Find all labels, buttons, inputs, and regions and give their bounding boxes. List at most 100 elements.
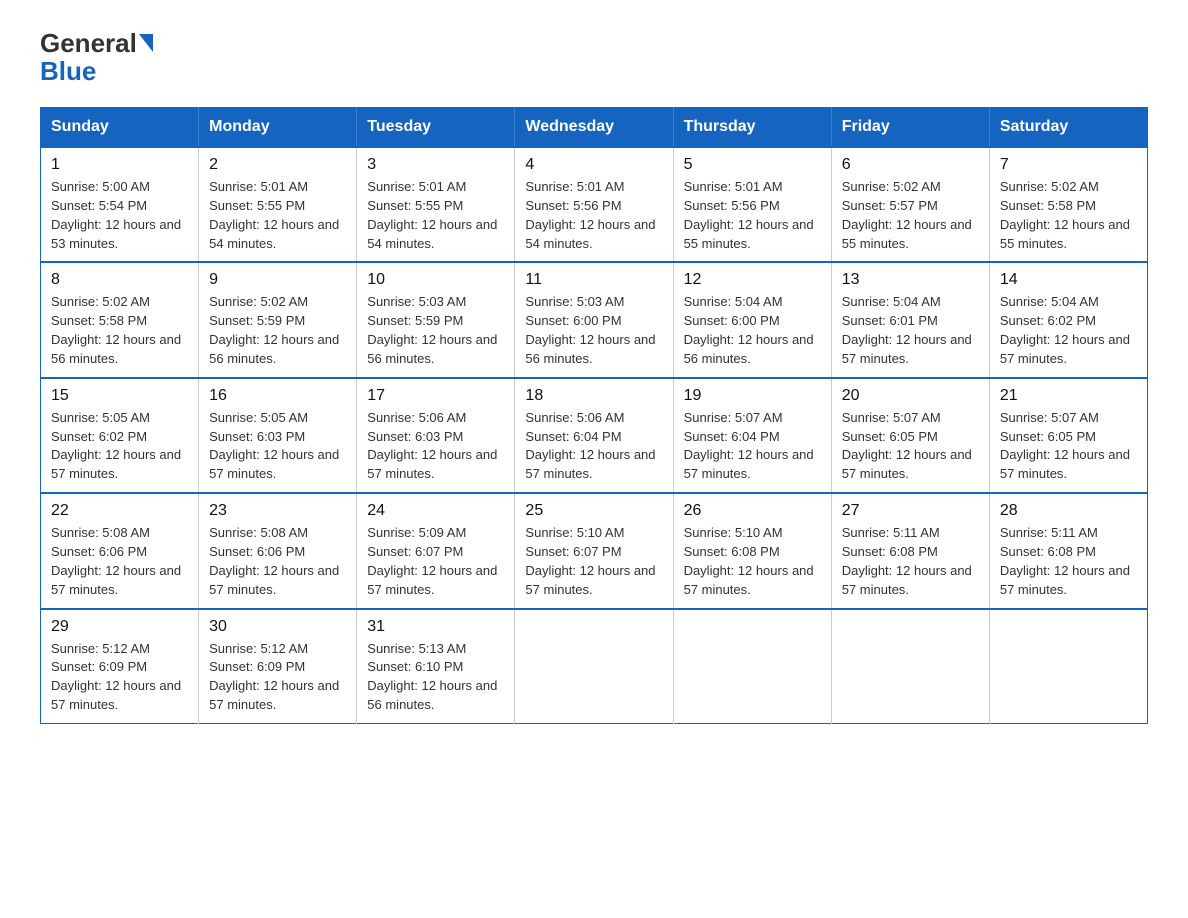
day-info: Sunrise: 5:02 AMSunset: 5:58 PMDaylight:…	[1000, 178, 1137, 253]
logo: General Blue	[40, 30, 153, 87]
day-number: 23	[209, 502, 346, 520]
day-info: Sunrise: 5:10 AMSunset: 6:07 PMDaylight:…	[525, 524, 662, 599]
calendar-table: SundayMondayTuesdayWednesdayThursdayFrid…	[40, 107, 1148, 724]
day-info: Sunrise: 5:08 AMSunset: 6:06 PMDaylight:…	[51, 524, 188, 599]
calendar-header-row: SundayMondayTuesdayWednesdayThursdayFrid…	[41, 108, 1148, 148]
calendar-cell: 13 Sunrise: 5:04 AMSunset: 6:01 PMDayligh…	[831, 262, 989, 377]
day-number: 27	[842, 502, 979, 520]
day-number: 15	[51, 387, 188, 405]
day-number: 30	[209, 618, 346, 636]
calendar-cell: 25 Sunrise: 5:10 AMSunset: 6:07 PMDayligh…	[515, 493, 673, 608]
day-number: 10	[367, 271, 504, 289]
calendar-cell	[515, 609, 673, 724]
logo-blue: Blue	[40, 56, 96, 86]
calendar-cell: 16 Sunrise: 5:05 AMSunset: 6:03 PMDayligh…	[199, 378, 357, 493]
day-number: 17	[367, 387, 504, 405]
day-info: Sunrise: 5:07 AMSunset: 6:05 PMDaylight:…	[1000, 409, 1137, 484]
day-number: 26	[684, 502, 821, 520]
page-header: General Blue	[40, 30, 1148, 87]
day-number: 4	[525, 156, 662, 174]
day-info: Sunrise: 5:01 AMSunset: 5:56 PMDaylight:…	[525, 178, 662, 253]
logo-arrow-icon	[139, 34, 153, 52]
calendar-cell: 10 Sunrise: 5:03 AMSunset: 5:59 PMDayligh…	[357, 262, 515, 377]
header-friday: Friday	[831, 108, 989, 148]
day-number: 5	[684, 156, 821, 174]
day-info: Sunrise: 5:08 AMSunset: 6:06 PMDaylight:…	[209, 524, 346, 599]
day-info: Sunrise: 5:05 AMSunset: 6:02 PMDaylight:…	[51, 409, 188, 484]
calendar-cell	[831, 609, 989, 724]
calendar-cell: 27 Sunrise: 5:11 AMSunset: 6:08 PMDayligh…	[831, 493, 989, 608]
day-info: Sunrise: 5:00 AMSunset: 5:54 PMDaylight:…	[51, 178, 188, 253]
day-info: Sunrise: 5:07 AMSunset: 6:05 PMDaylight:…	[842, 409, 979, 484]
day-info: Sunrise: 5:01 AMSunset: 5:56 PMDaylight:…	[684, 178, 821, 253]
day-number: 6	[842, 156, 979, 174]
day-number: 19	[684, 387, 821, 405]
week-row-2: 8Sunrise: 5:02 AMSunset: 5:58 PMDaylight…	[41, 262, 1148, 377]
calendar-cell: 4 Sunrise: 5:01 AMSunset: 5:56 PMDaylight…	[515, 147, 673, 262]
day-number: 22	[51, 502, 188, 520]
day-info: Sunrise: 5:01 AMSunset: 5:55 PMDaylight:…	[367, 178, 504, 253]
calendar-cell: 3 Sunrise: 5:01 AMSunset: 5:55 PMDaylight…	[357, 147, 515, 262]
day-info: Sunrise: 5:03 AMSunset: 5:59 PMDaylight:…	[367, 293, 504, 368]
day-number: 29	[51, 618, 188, 636]
day-number: 25	[525, 502, 662, 520]
day-number: 21	[1000, 387, 1137, 405]
calendar-cell: 20Sunrise: 5:07 AMSunset: 6:05 PMDayligh…	[831, 378, 989, 493]
day-info: Sunrise: 5:04 AMSunset: 6:00 PMDaylight:…	[684, 293, 821, 368]
day-info: Sunrise: 5:05 AMSunset: 6:03 PMDaylight:…	[209, 409, 346, 484]
calendar-cell: 9 Sunrise: 5:02 AMSunset: 5:59 PMDaylight…	[199, 262, 357, 377]
day-info: Sunrise: 5:06 AMSunset: 6:03 PMDaylight:…	[367, 409, 504, 484]
day-number: 16	[209, 387, 346, 405]
day-info: Sunrise: 5:06 AMSunset: 6:04 PMDaylight:…	[525, 409, 662, 484]
day-number: 13	[842, 271, 979, 289]
calendar-cell: 11Sunrise: 5:03 AMSunset: 6:00 PMDayligh…	[515, 262, 673, 377]
week-row-3: 15 Sunrise: 5:05 AMSunset: 6:02 PMDayligh…	[41, 378, 1148, 493]
day-number: 14	[1000, 271, 1137, 289]
day-number: 31	[367, 618, 504, 636]
day-number: 2	[209, 156, 346, 174]
day-info: Sunrise: 5:02 AMSunset: 5:57 PMDaylight:…	[842, 178, 979, 253]
day-info: Sunrise: 5:04 AMSunset: 6:01 PMDaylight:…	[842, 293, 979, 368]
day-info: Sunrise: 5:11 AMSunset: 6:08 PMDaylight:…	[1000, 524, 1137, 599]
day-number: 7	[1000, 156, 1137, 174]
week-row-4: 22 Sunrise: 5:08 AMSunset: 6:06 PMDayligh…	[41, 493, 1148, 608]
calendar-cell: 31 Sunrise: 5:13 AMSunset: 6:10 PMDayligh…	[357, 609, 515, 724]
calendar-cell: 18 Sunrise: 5:06 AMSunset: 6:04 PMDayligh…	[515, 378, 673, 493]
day-info: Sunrise: 5:11 AMSunset: 6:08 PMDaylight:…	[842, 524, 979, 599]
calendar-cell	[673, 609, 831, 724]
calendar-cell: 1 Sunrise: 5:00 AMSunset: 5:54 PMDaylight…	[41, 147, 199, 262]
calendar-cell: 23 Sunrise: 5:08 AMSunset: 6:06 PMDayligh…	[199, 493, 357, 608]
day-info: Sunrise: 5:07 AMSunset: 6:04 PMDaylight:…	[684, 409, 821, 484]
calendar-cell	[989, 609, 1147, 724]
day-number: 3	[367, 156, 504, 174]
calendar-cell: 7 Sunrise: 5:02 AMSunset: 5:58 PMDaylight…	[989, 147, 1147, 262]
day-info: Sunrise: 5:12 AMSunset: 6:09 PMDaylight:…	[209, 640, 346, 715]
day-number: 12	[684, 271, 821, 289]
header-saturday: Saturday	[989, 108, 1147, 148]
calendar-cell: 15 Sunrise: 5:05 AMSunset: 6:02 PMDayligh…	[41, 378, 199, 493]
day-info: Sunrise: 5:04 AMSunset: 6:02 PMDaylight:…	[1000, 293, 1137, 368]
calendar-cell: 12 Sunrise: 5:04 AMSunset: 6:00 PMDayligh…	[673, 262, 831, 377]
calendar-cell: 17 Sunrise: 5:06 AMSunset: 6:03 PMDayligh…	[357, 378, 515, 493]
day-number: 9	[209, 271, 346, 289]
day-info: Sunrise: 5:09 AMSunset: 6:07 PMDaylight:…	[367, 524, 504, 599]
header-tuesday: Tuesday	[357, 108, 515, 148]
calendar-cell: 5 Sunrise: 5:01 AMSunset: 5:56 PMDaylight…	[673, 147, 831, 262]
calendar-cell: 8Sunrise: 5:02 AMSunset: 5:58 PMDaylight…	[41, 262, 199, 377]
day-number: 1	[51, 156, 188, 174]
calendar-cell: 19 Sunrise: 5:07 AMSunset: 6:04 PMDayligh…	[673, 378, 831, 493]
day-info: Sunrise: 5:13 AMSunset: 6:10 PMDaylight:…	[367, 640, 504, 715]
day-number: 18	[525, 387, 662, 405]
calendar-cell: 26 Sunrise: 5:10 AMSunset: 6:08 PMDayligh…	[673, 493, 831, 608]
logo-general: General	[40, 30, 137, 56]
calendar-cell: 30 Sunrise: 5:12 AMSunset: 6:09 PMDayligh…	[199, 609, 357, 724]
day-number: 28	[1000, 502, 1137, 520]
calendar-cell: 29Sunrise: 5:12 AMSunset: 6:09 PMDayligh…	[41, 609, 199, 724]
calendar-cell: 21 Sunrise: 5:07 AMSunset: 6:05 PMDayligh…	[989, 378, 1147, 493]
header-thursday: Thursday	[673, 108, 831, 148]
day-info: Sunrise: 5:02 AMSunset: 5:59 PMDaylight:…	[209, 293, 346, 368]
header-wednesday: Wednesday	[515, 108, 673, 148]
day-info: Sunrise: 5:10 AMSunset: 6:08 PMDaylight:…	[684, 524, 821, 599]
calendar-cell: 28 Sunrise: 5:11 AMSunset: 6:08 PMDayligh…	[989, 493, 1147, 608]
week-row-5: 29 Sunrise: 5:12 AMSunset: 6:09 PMDayligh…	[41, 609, 1148, 724]
